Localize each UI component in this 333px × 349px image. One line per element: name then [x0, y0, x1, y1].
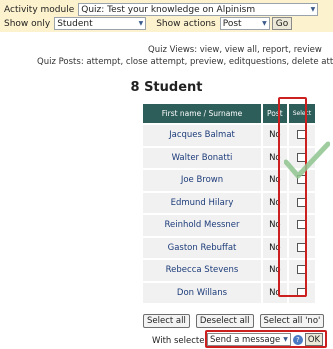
selection-buttons: Select all Deselect all Select all 'no'	[143, 314, 325, 328]
show-actions-label: Show actions	[156, 18, 216, 29]
show-only-value: Student	[57, 18, 93, 29]
student-name[interactable]: Edmund Hilary	[143, 192, 261, 213]
quiz-views-text: Quiz Views: view, view all, report, revi…	[148, 45, 322, 55]
show-actions-value: Post	[222, 18, 242, 29]
show-only-label: Show only	[4, 18, 51, 29]
name-column-header[interactable]: First name / Surname	[143, 104, 261, 123]
student-name[interactable]: Rebecca Stevens	[143, 260, 261, 281]
student-name[interactable]: Joe Brown	[143, 170, 261, 191]
show-row: Show only Student ▼ Show actions Post ▼ …	[4, 17, 293, 30]
select-all-no-button[interactable]: Select all 'no'	[259, 314, 325, 328]
student-name[interactable]: Walter Bonatti	[143, 147, 261, 168]
go-button[interactable]: Go	[271, 17, 293, 30]
action-highlight	[205, 330, 327, 348]
checkmark-icon	[284, 141, 330, 179]
page-title: 8 Student	[130, 80, 203, 95]
chevron-down-icon: ▼	[262, 20, 267, 27]
show-only-select[interactable]: Student ▼	[54, 17, 147, 30]
activity-row: Activity module Quiz: Test your knowledg…	[4, 3, 319, 16]
activity-module-select[interactable]: Quiz: Test your knowledge on Alpinism ▼	[78, 3, 319, 16]
student-name[interactable]: Gaston Rebuffat	[143, 237, 261, 258]
student-name[interactable]: Reinhold Messner	[143, 215, 261, 236]
deselect-all-button[interactable]: Deselect all	[195, 314, 254, 328]
chevron-down-icon: ▼	[138, 20, 144, 27]
student-name[interactable]: Don Willans	[143, 282, 261, 303]
select-column-highlight	[278, 97, 307, 297]
chevron-down-icon: ▼	[310, 6, 316, 13]
select-all-button[interactable]: Select all	[143, 314, 190, 328]
quiz-posts-text: Quiz Posts: attempt, close attempt, prev…	[37, 57, 333, 67]
student-name[interactable]: Jacques Balmat	[143, 125, 261, 146]
activity-module-value: Quiz: Test your knowledge on Alpinism	[81, 4, 256, 15]
activity-module-label: Activity module	[4, 4, 75, 15]
show-actions-select[interactable]: Post ▼	[219, 17, 270, 30]
